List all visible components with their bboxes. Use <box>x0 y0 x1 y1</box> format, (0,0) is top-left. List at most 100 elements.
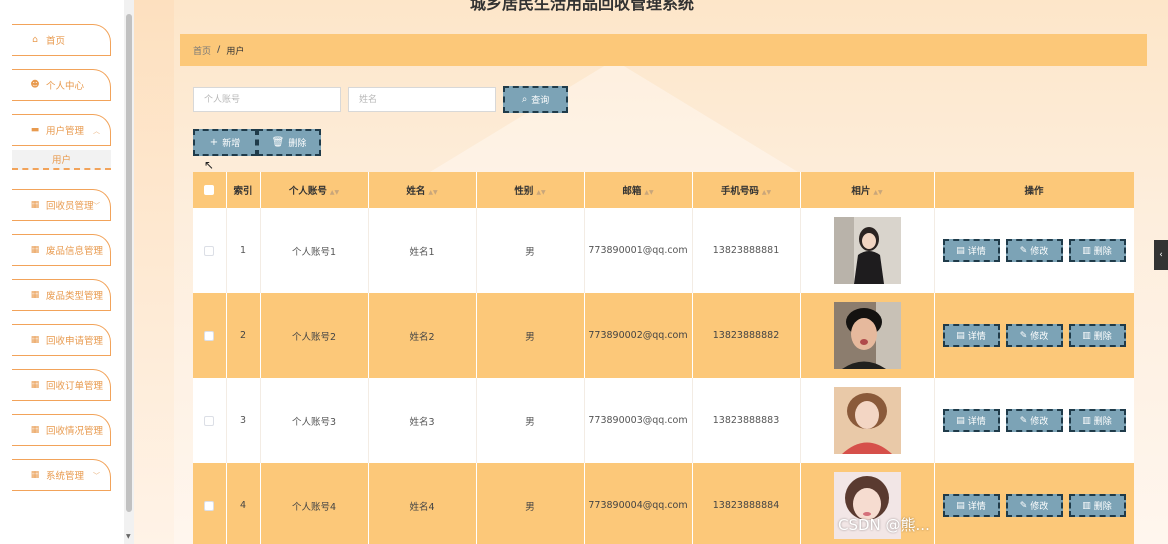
name-search-input[interactable] <box>348 87 496 112</box>
delete-button[interactable]: ▥ 删除 <box>1068 324 1126 347</box>
collapse-handle[interactable]: ‹ <box>1154 240 1168 270</box>
add-button[interactable]: + 新增 <box>193 129 257 156</box>
sidebar-item-label: 系统管理 <box>46 471 85 482</box>
cell-email: 773890002@qq.com <box>584 293 693 378</box>
app-title: 城乡居民生活用品回收管理系统 <box>470 0 695 13</box>
detail-button[interactable]: ▤ 详情 <box>942 409 1000 432</box>
cell-name: 姓名3 <box>368 378 477 463</box>
sort-icon[interactable]: ▲▼ <box>873 189 882 196</box>
row-checkbox[interactable] <box>204 330 215 341</box>
grid-icon: ▦ <box>30 245 40 255</box>
sort-icon[interactable]: ▲▼ <box>762 189 771 196</box>
breadcrumb-home[interactable]: 首页 <box>193 44 211 57</box>
cell-name: 姓名4 <box>368 463 477 544</box>
sidebar-item-user-management[interactable]: ▬ 用户管理 ︿ <box>12 114 111 146</box>
search-button-label: 查询 <box>531 96 550 106</box>
chevron-left-icon: ‹ <box>1159 250 1163 260</box>
delete-button[interactable]: ▥ 删除 <box>1068 409 1126 432</box>
sidebar-item-personal-center[interactable]: ☻ 个人中心 <box>12 69 111 101</box>
sidebar-item-recycle-status-management[interactable]: ▦ 回收情况管理 ﹀ <box>12 414 111 446</box>
cell-email: 773890001@qq.com <box>584 208 693 293</box>
user-photo <box>833 387 901 454</box>
table-row[interactable]: 2 个人账号2 姓名2 男 773890002@qq.com 138238888… <box>193 293 1134 378</box>
watermark: CSDN @熊... <box>838 516 930 534</box>
batch-delete-button[interactable]: 🗑 删除 <box>257 129 321 156</box>
row-checkbox[interactable] <box>204 415 215 426</box>
cell-phone: 13823888882 <box>692 293 801 378</box>
cell-gender: 男 <box>476 293 585 378</box>
grid-icon: ▦ <box>30 335 40 345</box>
cell-index: 1 <box>226 208 261 293</box>
cell-phone: 13823888881 <box>692 208 801 293</box>
users-icon: ▬ <box>30 125 40 135</box>
edit-button[interactable]: ✎ 修改 <box>1005 494 1063 517</box>
add-button-label: 新增 <box>222 139 241 149</box>
sort-icon[interactable]: ▲▼ <box>330 189 339 196</box>
table-row[interactable]: 1 个人账号1 姓名1 男 773890001@qq.com 138238888… <box>193 208 1134 293</box>
search-icon: ⌕ <box>521 94 528 105</box>
chevron-down-icon: ﹀ <box>93 472 100 480</box>
document-icon: ▤ <box>956 245 965 256</box>
cell-account: 个人账号3 <box>260 378 369 463</box>
sidebar-scrollbar[interactable]: ▼ <box>124 0 134 544</box>
column-header: 索引 <box>226 172 261 208</box>
table-row[interactable]: 4 个人账号4 姓名4 男 773890004@qq.com 138238888… <box>193 463 1134 544</box>
person-icon: ☻ <box>30 80 40 90</box>
table-row[interactable]: 3 个人账号3 姓名3 男 773890003@qq.com 138238888… <box>193 378 1134 463</box>
plus-icon: + <box>209 137 219 148</box>
column-header[interactable]: 姓名 ▲▼ <box>368 172 477 208</box>
cell-name: 姓名2 <box>368 293 477 378</box>
mouse-cursor-icon: ↖ <box>204 158 215 172</box>
edit-button[interactable]: ✎ 修改 <box>1005 324 1063 347</box>
detail-button[interactable]: ▤ 详情 <box>942 239 1000 262</box>
cell-index: 3 <box>226 378 261 463</box>
column-header[interactable]: 相片 ▲▼ <box>800 172 935 208</box>
sidebar-item-home[interactable]: ⌂ 首页 <box>12 24 111 56</box>
batch-delete-button-label: 删除 <box>288 139 307 149</box>
sort-icon[interactable]: ▲▼ <box>536 189 545 196</box>
sidebar-subitem-user[interactable]: 用户 <box>12 150 111 170</box>
background-decoration <box>134 0 174 544</box>
sidebar-item-label: 回收员管理 <box>46 201 94 212</box>
cell-email: 773890004@qq.com <box>584 463 693 544</box>
column-header[interactable]: 性别 ▲▼ <box>476 172 585 208</box>
cell-gender: 男 <box>476 378 585 463</box>
scrollbar-thumb[interactable] <box>126 14 132 512</box>
chevron-down-icon: ﹀ <box>93 427 100 435</box>
grid-icon: ▦ <box>30 425 40 435</box>
sidebar-item-system-management[interactable]: ▦ 系统管理 ﹀ <box>12 459 111 491</box>
chevron-down-icon: ﹀ <box>93 292 100 300</box>
sidebar-item-recycle-request-management[interactable]: ▦ 回收申请管理 ﹀ <box>12 324 111 356</box>
select-all-cell[interactable] <box>193 172 227 208</box>
edit-button[interactable]: ✎ 修改 <box>1005 409 1063 432</box>
column-header[interactable]: 邮箱 ▲▼ <box>584 172 693 208</box>
cell-index: 4 <box>226 463 261 544</box>
sort-icon[interactable]: ▲▼ <box>644 189 653 196</box>
grid-icon: ▦ <box>30 200 40 210</box>
sort-icon[interactable]: ▲▼ <box>428 189 437 196</box>
sidebar-item-label: 个人中心 <box>46 81 85 92</box>
chevron-down-icon: ﹀ <box>93 337 100 345</box>
row-checkbox[interactable] <box>204 500 215 511</box>
detail-button[interactable]: ▤ 详情 <box>942 494 1000 517</box>
delete-button[interactable]: ▥ 删除 <box>1068 494 1126 517</box>
sidebar-item-recycler-management[interactable]: ▦ 回收员管理 ﹀ <box>12 189 111 221</box>
document-icon: ▤ <box>956 415 965 426</box>
trash-icon: ▥ <box>1082 330 1091 341</box>
scroll-down-arrow-icon[interactable]: ▼ <box>126 533 131 540</box>
search-button[interactable]: ⌕ 查询 <box>503 86 568 113</box>
document-icon: ▤ <box>956 500 965 511</box>
row-checkbox[interactable] <box>204 245 215 256</box>
detail-button[interactable]: ▤ 详情 <box>942 324 1000 347</box>
sidebar-item-waste-info-management[interactable]: ▦ 废品信息管理 ﹀ <box>12 234 111 266</box>
sidebar-item-label: 用户管理 <box>46 126 85 137</box>
sidebar-item-recycle-order-management[interactable]: ▦ 回收订单管理 ﹀ <box>12 369 111 401</box>
select-all-checkbox[interactable] <box>204 185 215 195</box>
column-header[interactable]: 个人账号 ▲▼ <box>260 172 369 208</box>
cell-account: 个人账号1 <box>260 208 369 293</box>
account-search-input[interactable] <box>193 87 341 112</box>
sidebar-item-waste-type-management[interactable]: ▦ 废品类型管理 ﹀ <box>12 279 111 311</box>
delete-button[interactable]: ▥ 删除 <box>1068 239 1126 262</box>
column-header[interactable]: 手机号码 ▲▼ <box>692 172 801 208</box>
edit-button[interactable]: ✎ 修改 <box>1005 239 1063 262</box>
